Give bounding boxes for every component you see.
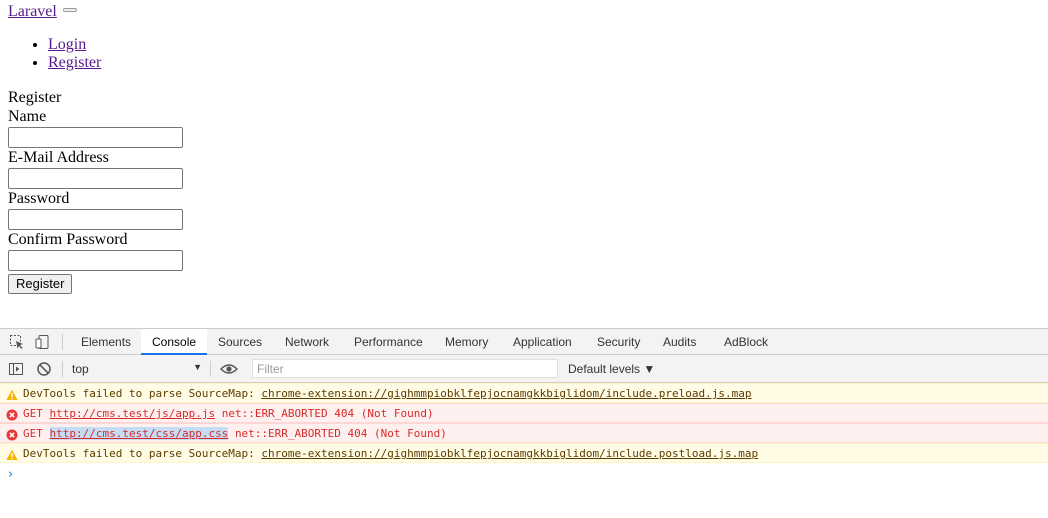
email-input[interactable] [8,168,183,189]
confirm-password-label: Confirm Password [8,231,128,248]
name-input[interactable] [8,127,183,148]
message-url-link[interactable]: http://cms.test/css/app.css [49,427,229,440]
message-prefix: DevTools failed to parse SourceMap: [23,387,255,400]
tab-application[interactable]: Application [502,329,583,355]
console-error-message: GET http://cms.test/js/app.js net::ERR_A… [0,403,1048,423]
console-toolbar: top ▼ Default levels ▼ [0,355,1048,383]
tab-audits[interactable]: Audits [652,329,707,355]
message-status: net::ERR_ABORTED 404 (Not Found) [221,407,434,420]
tab-security[interactable]: Security [586,329,651,355]
toolbar-divider [210,361,211,377]
error-icon [6,428,18,441]
clear-console-icon[interactable] [36,361,52,377]
toolbar-divider [62,334,63,350]
dropdown-arrow-icon: ▼ [193,362,202,372]
brand-link[interactable]: Laravel [8,3,57,20]
console-prompt[interactable]: › [8,467,13,482]
toolbar-divider [62,361,63,377]
tab-performance[interactable]: Performance [343,329,434,355]
name-label: Name [8,108,47,125]
devtools-tabbar: Elements Console Sources Network Performance… [0,328,1048,355]
message-prefix: GET [23,427,43,440]
tab-sources[interactable]: Sources [207,329,273,355]
tab-elements[interactable]: Elements [70,329,142,355]
context-value: top [72,362,89,376]
navbar: Laravel [8,3,77,23]
nav-item-login: Login [48,36,101,54]
console-warning-message: DevTools failed to parse SourceMap: chro… [0,383,1048,403]
default-levels-dropdown[interactable]: Default levels ▼ [568,362,655,376]
console-warning-message: DevTools failed to parse SourceMap: chro… [0,443,1048,463]
message-url-link[interactable]: chrome-extension://gighmmpiobklfepjocnam… [261,387,751,400]
confirm-password-input[interactable] [8,250,183,271]
sidebar-toggle-icon[interactable] [8,361,24,377]
login-link[interactable]: Login [48,36,86,53]
navbar-toggler-button[interactable] [62,8,77,13]
eye-icon[interactable] [220,361,238,377]
device-toolbar-icon[interactable] [35,334,51,350]
nav-item-register: Register [48,54,101,72]
filter-input[interactable] [252,359,558,378]
console-error-message: GET http://cms.test/css/app.css net::ERR… [0,423,1048,443]
form-heading: Register [8,89,62,106]
context-selector[interactable]: top ▼ [72,362,204,376]
message-prefix: DevTools failed to parse SourceMap: [23,447,255,460]
tab-memory[interactable]: Memory [434,329,499,355]
console-messages: DevTools failed to parse SourceMap: chro… [0,383,1048,463]
warning-icon [6,448,18,460]
password-label: Password [8,190,70,207]
tab-console[interactable]: Console [141,329,208,355]
register-link[interactable]: Register [48,54,101,71]
error-icon [6,408,18,421]
message-status: net::ERR_ABORTED 404 (Not Found) [234,427,447,440]
message-prefix: GET [23,407,43,420]
email-label: E-Mail Address [8,149,109,166]
tab-adblock[interactable]: AdBlock [713,329,779,355]
register-form: Register Name E-Mail Address Password Co… [8,88,183,294]
message-url-link[interactable]: http://cms.test/js/app.js [50,407,216,420]
inspect-element-icon[interactable] [9,334,25,350]
devtools-panel: Elements Console Sources Network Performance… [0,328,1048,518]
password-input[interactable] [8,209,183,230]
register-button[interactable]: Register [8,274,73,294]
nav-links: Login Register [8,36,101,72]
message-url-link[interactable]: chrome-extension://gighmmpiobklfepjocnam… [261,447,758,460]
warning-icon [6,388,18,400]
tab-network[interactable]: Network [274,329,340,355]
